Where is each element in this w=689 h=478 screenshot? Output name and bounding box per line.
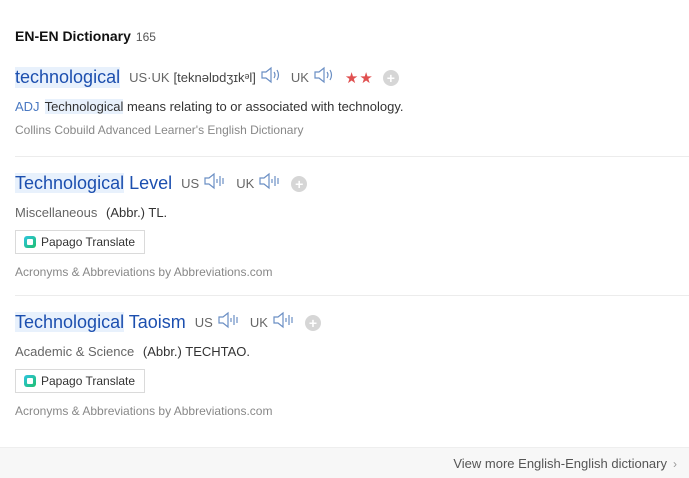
meaning-text: means relating to or associated with tec… xyxy=(123,99,404,114)
papago-logo-icon xyxy=(24,236,36,248)
view-more-label: View more English-English dictionary xyxy=(453,456,667,471)
entry-source[interactable]: Acronyms & Abbreviations by Abbreviation… xyxy=(15,404,689,418)
dictionary-header: EN-EN Dictionary 165 xyxy=(15,28,156,48)
speaker-icon[interactable] xyxy=(272,311,296,334)
plus-icon[interactable]: + xyxy=(382,69,399,86)
entry-category: Miscellaneous xyxy=(15,205,98,220)
plus-icon[interactable]: + xyxy=(291,175,308,192)
plus-icon[interactable]: + xyxy=(304,314,321,331)
entry-meaning: Academic & Science (Abbr.) TECHTAO. xyxy=(15,344,689,359)
dictionary-entry: Technological Level US UK + Miscellaneou… xyxy=(15,172,689,296)
speaker-icon[interactable] xyxy=(217,311,241,334)
dictionary-entry: Technological Taoism US UK + Academic & … xyxy=(15,311,689,431)
papago-translate-button[interactable]: Papago Translate xyxy=(15,230,146,254)
view-more-link[interactable]: View more English-English dictionary › xyxy=(453,456,677,471)
entry-meaning: Miscellaneous (Abbr.) TL. xyxy=(15,205,689,220)
speaker-icon[interactable] xyxy=(203,172,227,195)
chevron-right-icon: › xyxy=(673,456,677,471)
pron-us-label: US xyxy=(194,315,213,330)
pron-us-label: US xyxy=(181,176,200,191)
dictionary-entry: technological US·UK [teknəlɒdʒɪkᵊl] UK ★… xyxy=(15,66,689,157)
entry-headline: technological US·UK [teknəlɒdʒɪkᵊl] UK ★… xyxy=(15,66,689,89)
speaker-icon[interactable] xyxy=(258,172,282,195)
meaning-text: (Abbr.) TL. xyxy=(106,205,168,220)
pron-uk-label: UK xyxy=(290,70,309,85)
entry-headline: Technological Taoism US UK + xyxy=(15,311,689,334)
papago-translate-button[interactable]: Papago Translate xyxy=(15,369,146,393)
pron-us-uk-label: US·UK xyxy=(129,70,170,85)
part-of-speech: ADJ xyxy=(15,99,40,114)
footer-bar: View more English-English dictionary › xyxy=(0,447,689,478)
pronunciation-text: [teknəlɒdʒɪkᵊl] xyxy=(173,70,256,85)
meaning-highlight: Technological xyxy=(44,99,124,114)
result-count: 165 xyxy=(135,30,156,44)
papago-label: Papago Translate xyxy=(41,374,136,388)
entry-source[interactable]: Collins Cobuild Advanced Learner's Engli… xyxy=(15,123,689,137)
entry-word-link[interactable]: technological xyxy=(15,67,121,88)
entry-word-link[interactable]: Technological Taoism xyxy=(15,312,186,333)
entry-category: Academic & Science xyxy=(15,344,135,359)
meaning-text: (Abbr.) TECHTAO. xyxy=(142,344,251,359)
papago-logo-icon xyxy=(24,375,36,387)
speaker-icon[interactable] xyxy=(313,66,335,89)
pron-uk-label: UK xyxy=(236,176,255,191)
speaker-icon[interactable] xyxy=(260,66,282,89)
pron-uk-label: UK xyxy=(249,315,268,330)
entry-word-link[interactable]: Technological Level xyxy=(15,173,172,194)
section-title: EN-EN Dictionary xyxy=(15,28,131,44)
papago-label: Papago Translate xyxy=(41,235,136,249)
entry-meaning: ADJ Technological means relating to or as… xyxy=(15,99,689,114)
frequency-stars: ★★ xyxy=(344,69,374,87)
entry-source[interactable]: Acronyms & Abbreviations by Abbreviation… xyxy=(15,265,689,279)
entry-headline: Technological Level US UK + xyxy=(15,172,689,195)
